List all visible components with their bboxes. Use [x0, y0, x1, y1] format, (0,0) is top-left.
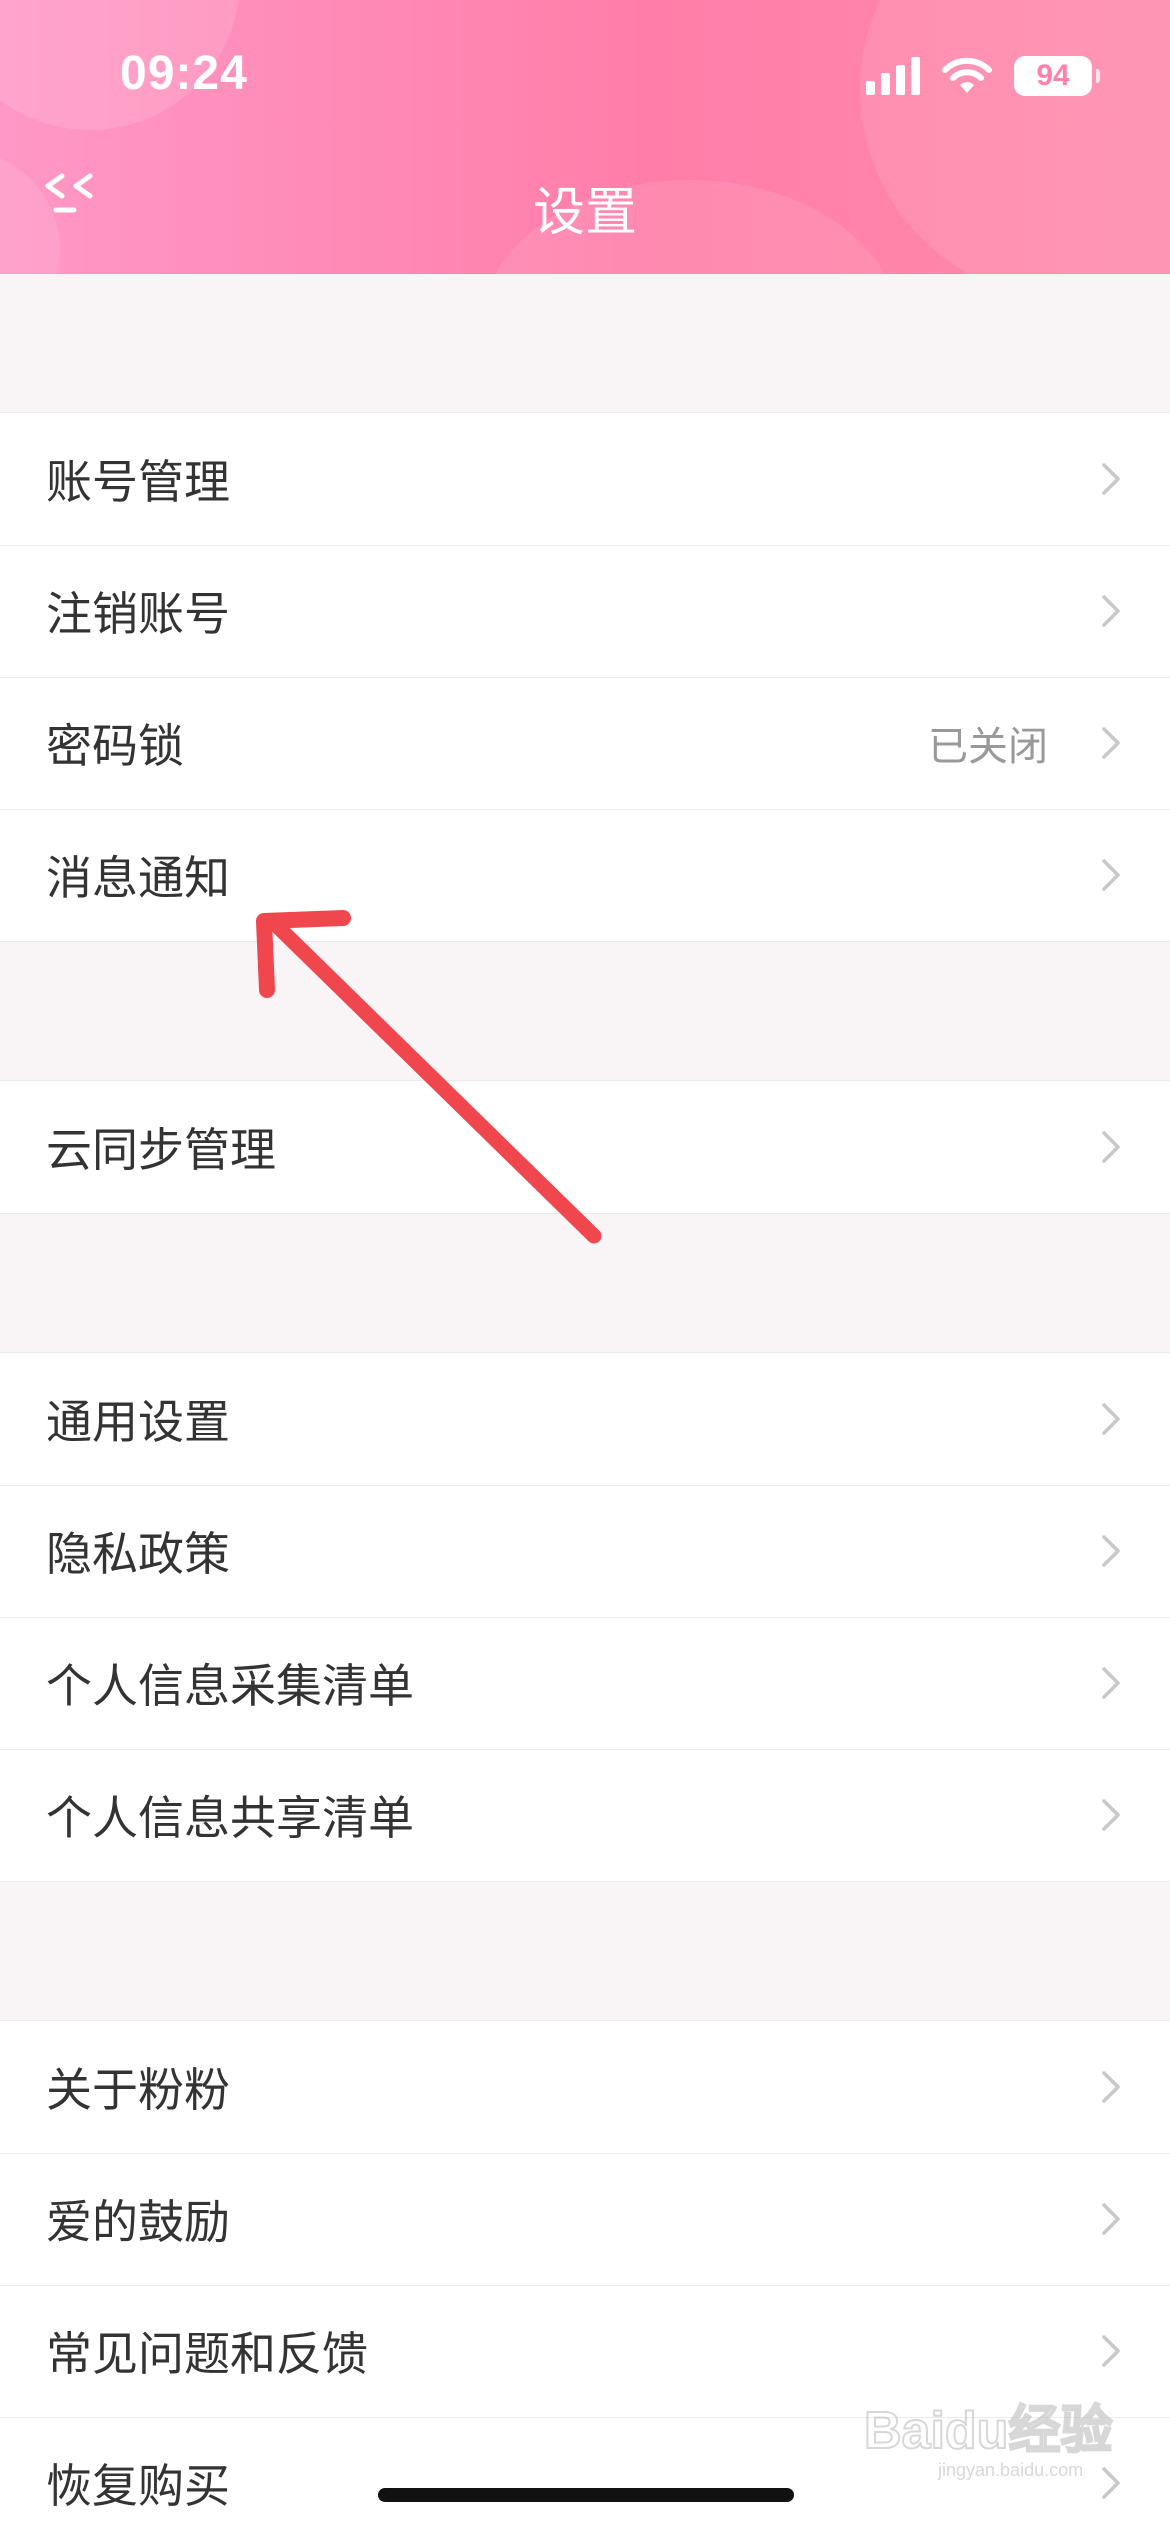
watermark-subtext: jingyan.baidu.com: [937, 2460, 1083, 2480]
status-time: 09:24: [120, 47, 248, 100]
section-gap: [0, 942, 1170, 1080]
baidu-watermark: Baidu经验 jingyan.baidu.com: [863, 2401, 1113, 2480]
chevron-right-icon: [1102, 2335, 1120, 2367]
settings-item-label: 通用设置: [46, 1395, 230, 1449]
settings-item-label: 常见问题和反馈: [46, 2327, 368, 2381]
settings-item-cloud-sync[interactable]: 云同步管理: [0, 1081, 1170, 1213]
settings-screen: 09:24 94 设置 账号管理 注销账号 密码锁 已关闭 消息通知 云同步管理…: [0, 0, 1170, 2532]
settings-group-account: 账号管理 注销账号 密码锁 已关闭 消息通知: [0, 412, 1170, 942]
settings-item-notifications[interactable]: 消息通知: [0, 809, 1170, 941]
chevron-right-icon: [1102, 859, 1120, 891]
chevron-right-icon: [1102, 1799, 1120, 1831]
home-indicator[interactable]: [378, 2488, 794, 2502]
chevron-right-icon: [1102, 1131, 1120, 1163]
chevron-right-icon: [1102, 1403, 1120, 1435]
settings-item-label: 消息通知: [46, 851, 230, 905]
settings-group-general: 通用设置 隐私政策 个人信息采集清单 个人信息共享清单: [0, 1352, 1170, 1882]
section-gap: [0, 1882, 1170, 2020]
settings-item-label: 隐私政策: [46, 1527, 230, 1581]
chevron-right-icon: [1102, 2203, 1120, 2235]
wifi-icon: [942, 57, 992, 93]
settings-item-password-lock[interactable]: 密码锁 已关闭: [0, 677, 1170, 809]
settings-item-label: 个人信息采集清单: [46, 1659, 414, 1713]
chevron-right-icon: [1102, 1535, 1120, 1567]
battery-level: 94: [1036, 59, 1070, 92]
settings-item-label: 云同步管理: [46, 1123, 276, 1177]
settings-item-label: 关于粉粉: [46, 2063, 230, 2117]
settings-item-data-collection-list[interactable]: 个人信息采集清单: [0, 1617, 1170, 1749]
section-gap: [0, 1214, 1170, 1352]
settings-item-account-management[interactable]: 账号管理: [0, 413, 1170, 545]
settings-item-label: 个人信息共享清单: [46, 1791, 414, 1845]
settings-item-delete-account[interactable]: 注销账号: [0, 545, 1170, 677]
battery-nub: [1096, 69, 1100, 83]
settings-item-label: 恢复购买: [46, 2459, 230, 2513]
cellular-signal-icon: [866, 57, 920, 95]
chevron-right-icon: [1102, 2071, 1120, 2103]
settings-item-label: 爱的鼓励: [46, 2195, 230, 2249]
page-title: 设置: [532, 183, 637, 243]
settings-item-data-sharing-list[interactable]: 个人信息共享清单: [0, 1749, 1170, 1881]
chevron-right-icon: [1102, 595, 1120, 627]
settings-group-sync: 云同步管理: [0, 1080, 1170, 1214]
chevron-right-icon: [1102, 1667, 1120, 1699]
header: 09:24 94 设置: [0, 0, 1170, 274]
chevron-right-icon: [1102, 463, 1120, 495]
watermark-text: Baidu经验: [864, 2402, 1112, 2460]
chevron-right-icon: [1102, 727, 1120, 759]
settings-item-privacy-policy[interactable]: 隐私政策: [0, 1485, 1170, 1617]
settings-item-label: 注销账号: [46, 587, 230, 641]
settings-item-label: 账号管理: [46, 455, 230, 509]
settings-item-label: 密码锁: [46, 719, 184, 773]
battery-icon: 94: [1014, 56, 1100, 96]
status-icons: 94: [866, 52, 1100, 100]
password-lock-status: 已关闭: [928, 724, 1048, 770]
settings-list: 账号管理 注销账号 密码锁 已关闭 消息通知 云同步管理 通用设置 隐私政策 个…: [0, 274, 1170, 2532]
section-gap: [0, 274, 1170, 412]
settings-item-general-settings[interactable]: 通用设置: [0, 1353, 1170, 1485]
settings-item-about[interactable]: 关于粉粉: [0, 2021, 1170, 2153]
settings-item-encouragement[interactable]: 爱的鼓励: [0, 2153, 1170, 2285]
